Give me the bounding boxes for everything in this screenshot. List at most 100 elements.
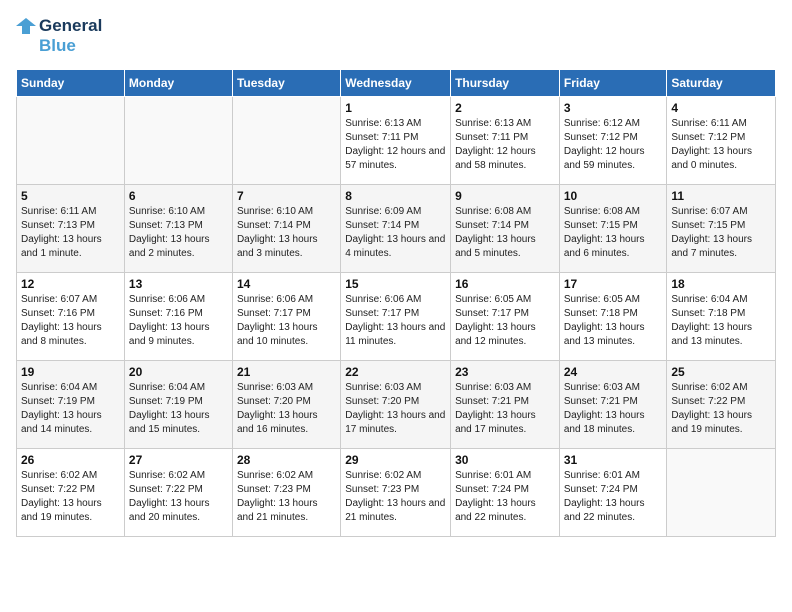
calendar-cell: 30Sunrise: 6:01 AMSunset: 7:24 PMDayligh…	[451, 448, 560, 536]
day-number: 6	[129, 189, 228, 203]
day-number: 10	[564, 189, 663, 203]
day-number: 2	[455, 101, 555, 115]
calendar-cell: 28Sunrise: 6:02 AMSunset: 7:23 PMDayligh…	[232, 448, 340, 536]
calendar-cell: 7 Sunrise: 6:10 AMSunset: 7:14 PMDaylight…	[232, 184, 340, 272]
day-number: 21	[237, 365, 336, 379]
calendar-cell: 13Sunrise: 6:06 AMSunset: 7:16 PMDayligh…	[124, 272, 232, 360]
weekday-header: Monday	[124, 69, 232, 96]
calendar-week-row: 5Sunrise: 6:11 AMSunset: 7:13 PMDaylight…	[17, 184, 776, 272]
weekday-header: Saturday	[667, 69, 776, 96]
day-detail: Sunrise: 6:04 AMSunset: 7:19 PMDaylight:…	[129, 381, 228, 437]
day-number: 22	[345, 365, 446, 379]
day-detail: Sunrise: 6:10 AMSunset: 7:13 PMDaylight:…	[129, 205, 228, 261]
day-detail: Sunrise: 6:08 AMSunset: 7:14 PMDaylight:…	[455, 205, 555, 261]
calendar-cell: 22Sunrise: 6:03 AMSunset: 7:20 PMDayligh…	[341, 360, 451, 448]
day-number: 17	[564, 277, 663, 291]
day-detail: Sunrise: 6:05 AMSunset: 7:18 PMDaylight:…	[564, 293, 663, 349]
weekday-header: Tuesday	[232, 69, 340, 96]
calendar-cell: 17 Sunrise: 6:05 AMSunset: 7:18 PMDayligh…	[559, 272, 667, 360]
day-detail: Sunrise: 6:04 AMSunset: 7:19 PMDaylight:…	[21, 381, 120, 437]
day-number: 18	[671, 277, 771, 291]
weekday-header: Sunday	[17, 69, 125, 96]
day-detail: Sunrise: 6:13 AMSunset: 7:11 PMDaylight:…	[455, 117, 555, 173]
calendar-cell: 11Sunrise: 6:07 AMSunset: 7:15 PMDayligh…	[667, 184, 776, 272]
day-number: 14	[237, 277, 336, 291]
calendar-cell: 29 Sunrise: 6:02 AMSunset: 7:23 PMDayligh…	[341, 448, 451, 536]
logo-general: General	[39, 16, 102, 36]
calendar-cell: 20 Sunrise: 6:04 AMSunset: 7:19 PMDayligh…	[124, 360, 232, 448]
day-detail: Sunrise: 6:07 AMSunset: 7:16 PMDaylight:…	[21, 293, 120, 349]
calendar-cell: 14Sunrise: 6:06 AMSunset: 7:17 PMDayligh…	[232, 272, 340, 360]
day-detail: Sunrise: 6:03 AMSunset: 7:20 PMDaylight:…	[237, 381, 336, 437]
calendar-cell: 5Sunrise: 6:11 AMSunset: 7:13 PMDaylight…	[17, 184, 125, 272]
day-number: 16	[455, 277, 555, 291]
day-detail: Sunrise: 6:04 AMSunset: 7:18 PMDaylight:…	[671, 293, 771, 349]
calendar-cell: 31Sunrise: 6:01 AMSunset: 7:24 PMDayligh…	[559, 448, 667, 536]
day-detail: Sunrise: 6:13 AMSunset: 7:11 PMDaylight:…	[345, 117, 446, 173]
day-detail: Sunrise: 6:02 AMSunset: 7:22 PMDaylight:…	[21, 469, 120, 525]
day-number: 25	[671, 365, 771, 379]
day-number: 29	[345, 453, 446, 467]
day-detail: Sunrise: 6:02 AMSunset: 7:22 PMDaylight:…	[129, 469, 228, 525]
calendar-cell: 21 Sunrise: 6:03 AMSunset: 7:20 PMDayligh…	[232, 360, 340, 448]
calendar-cell: 8Sunrise: 6:09 AMSunset: 7:14 PMDaylight…	[341, 184, 451, 272]
calendar-body: 1 Sunrise: 6:13 AMSunset: 7:11 PMDaylight…	[17, 96, 776, 536]
page-header: General Blue	[16, 16, 776, 57]
day-number: 26	[21, 453, 120, 467]
day-detail: Sunrise: 6:03 AMSunset: 7:21 PMDaylight:…	[564, 381, 663, 437]
logo-bird-icon	[16, 16, 36, 36]
day-detail: Sunrise: 6:03 AMSunset: 7:21 PMDaylight:…	[455, 381, 555, 437]
day-number: 11	[671, 189, 771, 203]
calendar-cell: 24 Sunrise: 6:03 AMSunset: 7:21 PMDayligh…	[559, 360, 667, 448]
calendar-cell	[17, 96, 125, 184]
calendar-cell: 3Sunrise: 6:12 AMSunset: 7:12 PMDaylight…	[559, 96, 667, 184]
day-detail: Sunrise: 6:02 AMSunset: 7:23 PMDaylight:…	[345, 469, 446, 525]
day-detail: Sunrise: 6:02 AMSunset: 7:23 PMDaylight:…	[237, 469, 336, 525]
calendar-cell: 1 Sunrise: 6:13 AMSunset: 7:11 PMDaylight…	[341, 96, 451, 184]
weekday-header-row: SundayMondayTuesdayWednesdayThursdayFrid…	[17, 69, 776, 96]
day-detail: Sunrise: 6:05 AMSunset: 7:17 PMDaylight:…	[455, 293, 555, 349]
day-detail: Sunrise: 6:02 AMSunset: 7:22 PMDaylight:…	[671, 381, 771, 437]
day-number: 27	[129, 453, 228, 467]
calendar-cell	[232, 96, 340, 184]
calendar-cell: 15Sunrise: 6:06 AMSunset: 7:17 PMDayligh…	[341, 272, 451, 360]
day-detail: Sunrise: 6:08 AMSunset: 7:15 PMDaylight:…	[564, 205, 663, 261]
day-number: 12	[21, 277, 120, 291]
day-number: 4	[671, 101, 771, 115]
calendar-cell: 10 Sunrise: 6:08 AMSunset: 7:15 PMDayligh…	[559, 184, 667, 272]
day-number: 19	[21, 365, 120, 379]
day-detail: Sunrise: 6:10 AMSunset: 7:14 PMDaylight:…	[237, 205, 336, 261]
calendar-cell: 4 Sunrise: 6:11 AMSunset: 7:12 PMDaylight…	[667, 96, 776, 184]
calendar-week-row: 1 Sunrise: 6:13 AMSunset: 7:11 PMDaylight…	[17, 96, 776, 184]
calendar-cell: 18 Sunrise: 6:04 AMSunset: 7:18 PMDayligh…	[667, 272, 776, 360]
calendar-week-row: 26 Sunrise: 6:02 AMSunset: 7:22 PMDayligh…	[17, 448, 776, 536]
calendar-cell	[667, 448, 776, 536]
day-number: 7	[237, 189, 336, 203]
day-number: 20	[129, 365, 228, 379]
calendar-cell: 2 Sunrise: 6:13 AMSunset: 7:11 PMDaylight…	[451, 96, 560, 184]
day-detail: Sunrise: 6:06 AMSunset: 7:17 PMDaylight:…	[345, 293, 446, 349]
calendar-cell	[124, 96, 232, 184]
calendar-cell: 19 Sunrise: 6:04 AMSunset: 7:19 PMDayligh…	[17, 360, 125, 448]
day-number: 13	[129, 277, 228, 291]
calendar-cell: 6 Sunrise: 6:10 AMSunset: 7:13 PMDaylight…	[124, 184, 232, 272]
day-number: 3	[564, 101, 663, 115]
day-number: 8	[345, 189, 446, 203]
day-number: 1	[345, 101, 446, 115]
calendar-table: SundayMondayTuesdayWednesdayThursdayFrid…	[16, 69, 776, 537]
day-number: 9	[455, 189, 555, 203]
calendar-cell: 23 Sunrise: 6:03 AMSunset: 7:21 PMDayligh…	[451, 360, 560, 448]
logo: General Blue	[16, 16, 102, 57]
weekday-header: Friday	[559, 69, 667, 96]
day-number: 23	[455, 365, 555, 379]
day-detail: Sunrise: 6:11 AMSunset: 7:12 PMDaylight:…	[671, 117, 771, 173]
calendar-cell: 27 Sunrise: 6:02 AMSunset: 7:22 PMDayligh…	[124, 448, 232, 536]
day-number: 24	[564, 365, 663, 379]
logo-blue: Blue	[39, 36, 102, 56]
weekday-header: Wednesday	[341, 69, 451, 96]
calendar-week-row: 12 Sunrise: 6:07 AMSunset: 7:16 PMDayligh…	[17, 272, 776, 360]
day-number: 5	[21, 189, 120, 203]
calendar-cell: 16 Sunrise: 6:05 AMSunset: 7:17 PMDayligh…	[451, 272, 560, 360]
calendar-cell: 9 Sunrise: 6:08 AMSunset: 7:14 PMDaylight…	[451, 184, 560, 272]
day-number: 30	[455, 453, 555, 467]
